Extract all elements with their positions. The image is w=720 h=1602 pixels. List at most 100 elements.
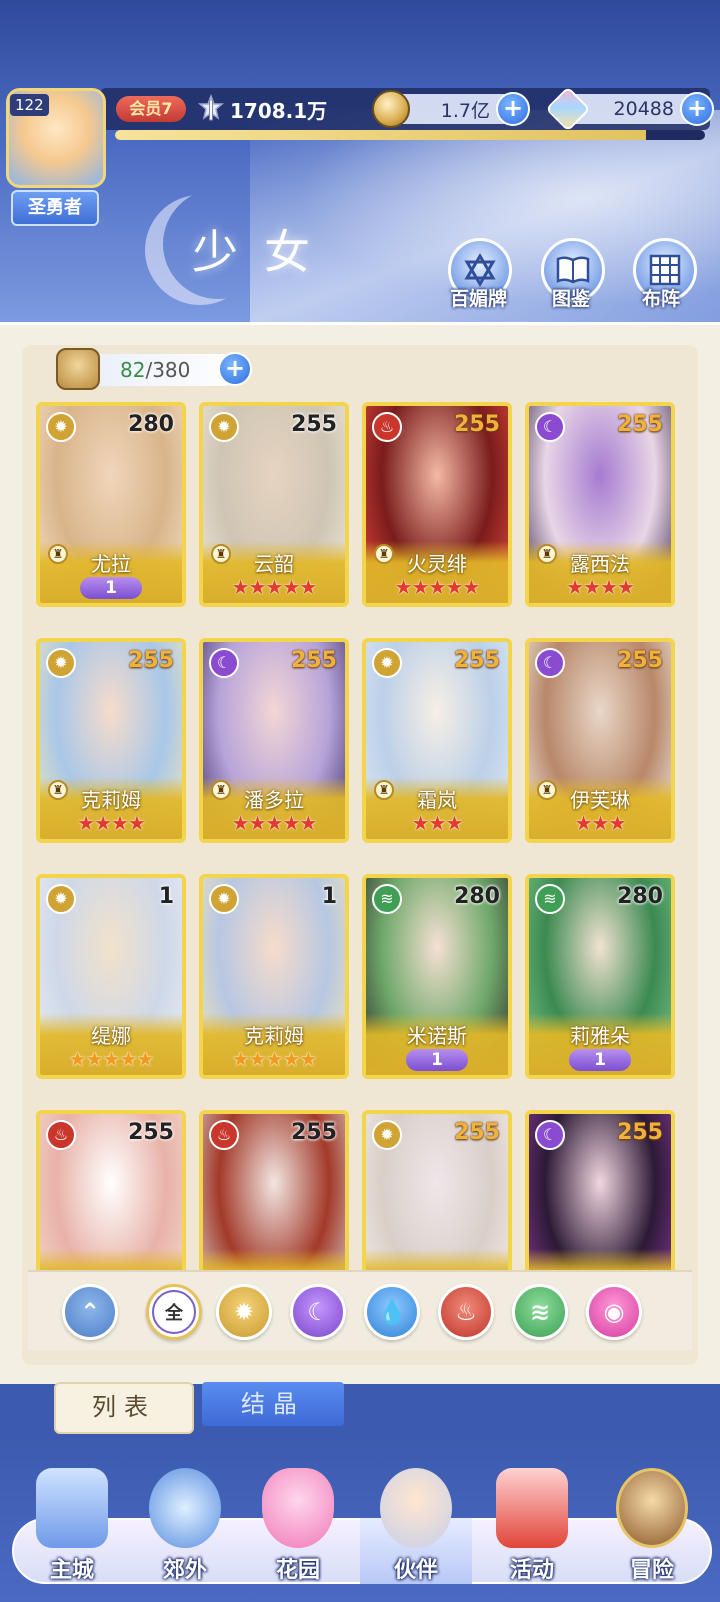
- add-gem-button[interactable]: +: [680, 92, 714, 126]
- character-card[interactable]: ≋ 280 米诺斯 1: [362, 874, 512, 1079]
- gift-icon: [496, 1468, 568, 1548]
- xp-bar: [115, 130, 705, 140]
- card-star-rating: ★★★: [529, 811, 671, 835]
- light-element-icon: ✹: [372, 648, 402, 678]
- vip-badge[interactable]: 会员7: [116, 96, 186, 122]
- light-element-icon: ✹: [372, 1120, 402, 1150]
- card-name: 云韶: [254, 552, 294, 576]
- card-rank-pill: 1: [406, 1049, 468, 1071]
- book-icon: [556, 256, 590, 284]
- character-card[interactable]: ≋ 280 莉雅朵 1: [525, 874, 675, 1079]
- star-icon: ★: [231, 1047, 250, 1071]
- nav-garden[interactable]: 花园: [248, 1468, 348, 1588]
- star-icon: ★: [574, 811, 593, 835]
- dark-element-icon: ☾: [209, 648, 239, 678]
- nav-outskirts[interactable]: 郊外: [135, 1468, 235, 1588]
- castle-icon: [36, 1468, 108, 1548]
- compass-icon: [616, 1468, 688, 1548]
- element-filter-bar: ⌃ 全 ✹ ☾ 💧 ♨ ≋ ◉: [28, 1270, 692, 1350]
- character-card[interactable]: ☾ 255: [525, 1110, 675, 1272]
- star-icon: ★: [411, 575, 430, 599]
- card-star-rating: ★★★★★: [203, 811, 345, 835]
- crescent-moon-icon: ☾: [307, 1298, 329, 1326]
- filter-light-button[interactable]: ✹: [216, 1284, 272, 1340]
- nav-events[interactable]: 活动: [482, 1468, 582, 1588]
- nav-main-city[interactable]: 主城: [22, 1468, 122, 1588]
- sword-icon: [197, 94, 225, 121]
- card-name: 缇娜: [91, 1024, 131, 1048]
- filter-spirit-button[interactable]: ◉: [586, 1284, 642, 1340]
- character-card[interactable]: ☾ 255 ♜ 潘多拉 ★★★★★: [199, 638, 349, 843]
- star-icon: ★: [445, 811, 463, 835]
- dark-element-icon: ☾: [535, 648, 565, 678]
- light-element-icon: ✹: [46, 648, 76, 678]
- combat-power-value: 1708.1万: [230, 98, 328, 123]
- character-card[interactable]: ♨ 255 ♜ 火灵绯 ★★★★★: [362, 402, 512, 607]
- player-title-badge[interactable]: 圣勇者: [11, 190, 99, 226]
- page-title: 少女: [192, 225, 336, 279]
- star-icon: ★: [428, 811, 447, 835]
- character-card[interactable]: ♨ 255: [36, 1110, 186, 1272]
- filter-wind-button[interactable]: ≋: [512, 1284, 568, 1340]
- nav-main-city-label: 主城: [49, 1558, 94, 1583]
- character-card[interactable]: ✹ 1 克莉姆 ★★★★★: [199, 874, 349, 1079]
- add-gold-button[interactable]: +: [496, 92, 530, 126]
- card-level: 280: [617, 884, 663, 909]
- nav-companions-label: 伙伴: [393, 1558, 438, 1583]
- fire-element-icon: ♨: [372, 412, 402, 442]
- star-icon: ★: [411, 811, 430, 835]
- companion-icon: [380, 1468, 452, 1548]
- light-element-icon: ✹: [209, 412, 239, 442]
- orb-icon: ◉: [603, 1298, 625, 1326]
- filter-rank-button[interactable]: ⌃: [62, 1284, 118, 1340]
- card-level: 280: [128, 412, 174, 437]
- card-name: 霜岚: [417, 788, 457, 812]
- nav-companions[interactable]: 伙伴: [366, 1468, 466, 1588]
- star-icon: ★: [265, 575, 284, 599]
- character-card[interactable]: ✹ 280 ♜ 尤拉 1: [36, 402, 186, 607]
- dark-element-icon: ☾: [535, 412, 565, 442]
- tornado-icon: ≋: [529, 1298, 551, 1326]
- character-card[interactable]: ✹ 255: [362, 1110, 512, 1272]
- filter-dark-button[interactable]: ☾: [290, 1284, 346, 1340]
- card-level: 1: [321, 884, 337, 909]
- formation-label: 布阵: [642, 288, 681, 310]
- gem-amount: 20488: [613, 98, 674, 120]
- character-card[interactable]: ☾ 255 ♜ 伊芙琳 ★★★: [525, 638, 675, 843]
- light-element-icon: ✹: [209, 884, 239, 914]
- star-icon: ★: [68, 1047, 87, 1071]
- character-card[interactable]: ✹ 255 ♜ 霜岚 ★★★: [362, 638, 512, 843]
- tab-list[interactable]: 列表: [54, 1382, 194, 1434]
- card-level: 255: [128, 648, 174, 673]
- star-icon: ★: [282, 575, 300, 599]
- star-icon: ★: [282, 1047, 300, 1071]
- star-icon: ★: [248, 1047, 267, 1071]
- sun-icon: ✹: [233, 1298, 255, 1326]
- rank-up-icon: ⌃: [79, 1298, 101, 1326]
- star-icon: ★: [299, 811, 317, 835]
- card-level: 1: [158, 884, 174, 909]
- card-name-band: [40, 1249, 182, 1272]
- tab-crystal[interactable]: 结晶: [202, 1382, 344, 1426]
- light-element-icon: ✹: [46, 412, 76, 442]
- character-card[interactable]: ♨ 255: [199, 1110, 349, 1272]
- character-card[interactable]: ☾ 255 ♜ 露西法 ★★★★: [525, 402, 675, 607]
- card-name-band: [203, 1249, 345, 1272]
- roster-max: /380: [145, 358, 191, 382]
- roster-current: 82: [120, 358, 146, 382]
- character-card[interactable]: ✹ 1 缇娜 ★★★★★: [36, 874, 186, 1079]
- filter-all-ring: 全: [152, 1290, 196, 1334]
- filter-water-button[interactable]: 💧: [364, 1284, 420, 1340]
- star-icon: ★: [591, 811, 610, 835]
- filter-fire-button[interactable]: ♨: [438, 1284, 494, 1340]
- expand-roster-button[interactable]: +: [218, 352, 252, 386]
- wind-element-icon: ≋: [535, 884, 565, 914]
- card-name: 克莉姆: [81, 788, 141, 812]
- star-icon: ★: [394, 575, 413, 599]
- filter-all-button[interactable]: 全: [146, 1284, 202, 1340]
- light-element-icon: ✹: [46, 884, 76, 914]
- character-card[interactable]: ✹ 255 ♜ 克莉姆 ★★★★: [36, 638, 186, 843]
- card-name: 火灵绯: [407, 552, 467, 576]
- nav-adventure[interactable]: 冒险: [602, 1468, 702, 1588]
- character-card[interactable]: ✹ 255 ♜ 云韶 ★★★★★: [199, 402, 349, 607]
